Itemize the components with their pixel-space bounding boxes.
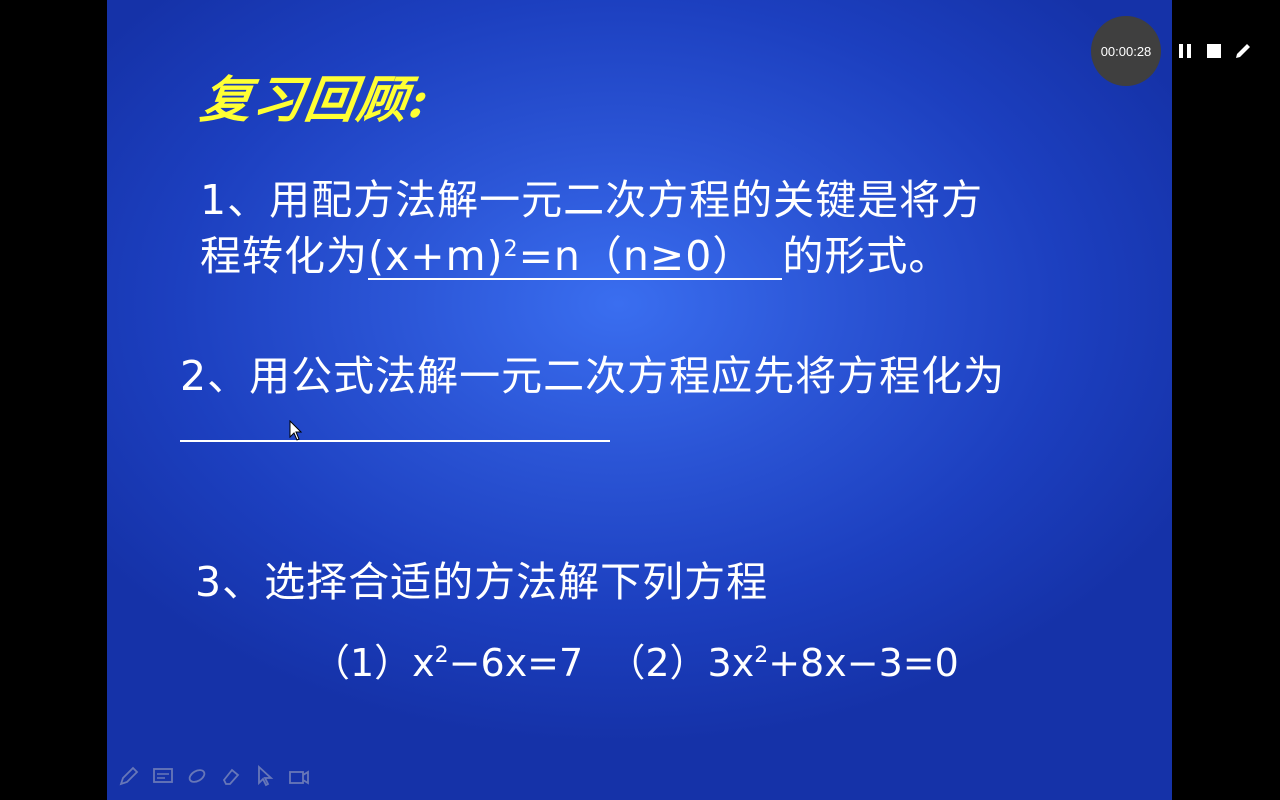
recording-timer: 00:00:28 — [1091, 16, 1161, 86]
mouse-cursor-icon — [289, 420, 303, 441]
question-1-line-2: 程转化为(x+m)2=n（n≥0） 的形式。 — [200, 222, 950, 282]
question-2-line: 2、用公式法解一元二次方程应先将方程化为 — [180, 352, 1006, 400]
eq2-prefix: （2）3x — [607, 641, 755, 685]
eraser-icon[interactable] — [219, 764, 243, 788]
highlighter-icon[interactable] — [185, 764, 209, 788]
question-1-line-1: 1、用配方法解一元二次方程的关键是将方 — [200, 176, 984, 224]
equation-1: （1）x2−6x=7 — [312, 641, 583, 685]
equations-row: （1）x2−6x=7 （2）3x2+8x−3=0 — [312, 632, 959, 687]
eq1-suffix: −6x=7 — [448, 641, 584, 685]
stop-icon[interactable] — [1203, 40, 1225, 62]
answer-exponent: 2 — [503, 237, 519, 262]
slideshow-toolbar — [117, 764, 311, 788]
eq1-prefix: （1）x — [312, 641, 435, 685]
pause-icon[interactable] — [1174, 40, 1196, 62]
pen-icon[interactable] — [117, 764, 141, 788]
equation-2: （2）3x2+8x−3=0 — [607, 641, 958, 685]
eq2-exponent: 2 — [754, 643, 769, 668]
presentation-slide: 复习回顾: 1、用配方法解一元二次方程的关键是将方 程转化为(x+m)2=n（n… — [107, 0, 1172, 800]
camera-icon[interactable] — [287, 764, 311, 788]
screen-icon[interactable] — [151, 764, 175, 788]
question-1-answer: (x+m)2=n（n≥0） — [368, 232, 783, 281]
eq2-suffix: +8x−3=0 — [768, 641, 959, 685]
pointer-icon[interactable] — [253, 764, 277, 788]
question-1-suffix: 的形式。 — [782, 232, 951, 280]
question-2-answer-blank — [180, 440, 610, 442]
eq1-exponent: 2 — [434, 643, 449, 668]
question-1-prefix: 程转化为 — [200, 232, 368, 280]
question-3-line: 3、选择合适的方法解下列方程 — [195, 558, 769, 606]
slide-title: 复习回顾: — [197, 70, 435, 129]
answer-part-a: (x+m) — [368, 232, 504, 280]
pen-icon[interactable] — [1232, 40, 1254, 62]
screen-recorder-widget: 00:00:28 — [1091, 16, 1266, 86]
answer-part-b: =n（n≥0） — [518, 232, 755, 280]
